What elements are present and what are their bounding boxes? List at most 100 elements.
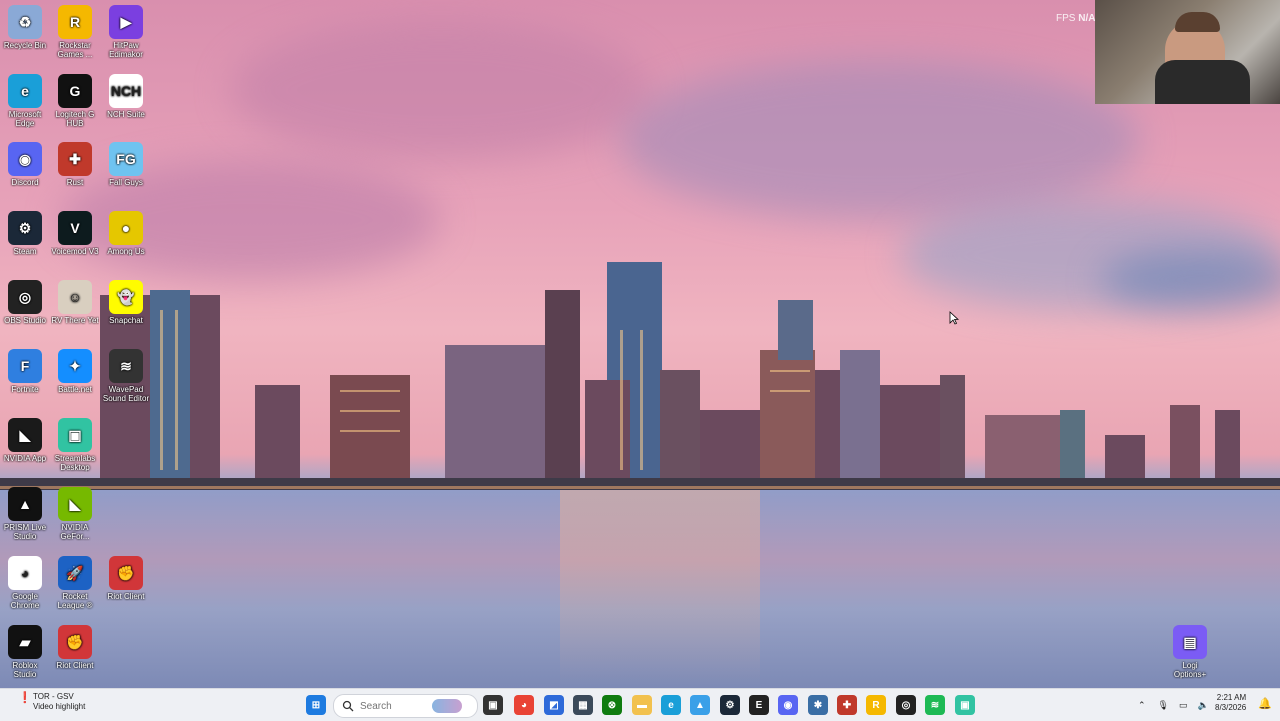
desktop-icon-fallguys[interactable]: FG Fall Guys (102, 142, 150, 187)
discord-icon[interactable]: ◉ (778, 695, 798, 715)
nch-icon: NCH (109, 74, 143, 108)
desktop-icon-label: Riot Client (56, 661, 94, 670)
fortnite-icon: F (8, 349, 42, 383)
edge-icon: e (8, 74, 42, 108)
mouse-cursor-icon (949, 311, 959, 325)
chrome-icon[interactable]: ◕ (514, 695, 534, 715)
desktop-icon-rockstar[interactable]: R Rockstar Games ... (51, 5, 99, 59)
fallguys-icon: FG (109, 142, 143, 176)
desktop-icon-label: Rockstar Games ... (57, 41, 93, 59)
epic-icon[interactable]: E (749, 695, 769, 715)
desktop-icon-label: Riot Client (107, 592, 145, 601)
desktop-icon-label: Voicemod V3 (51, 247, 99, 256)
desktop-icon-label: RV There Yet (51, 316, 99, 325)
desktop-icon-fortnite[interactable]: F Fortnite (1, 349, 49, 394)
desktop-icon-voicemod[interactable]: V Voicemod V3 (51, 211, 99, 256)
desktop-icon-roblox[interactable]: ▰ Roblox Studio (1, 625, 49, 679)
steam-icon: ⚙ (8, 211, 42, 245)
desktop-icon-label: PRISM Live Studio (3, 523, 47, 541)
snapchat-icon: 👻 (109, 280, 143, 314)
desktop-icon-obs[interactable]: ◎ OBS Studio (1, 280, 49, 325)
desktop-icon-label: Recycle Bin (3, 41, 47, 50)
roblox-icon: ▰ (8, 625, 42, 659)
microphone-icon[interactable]: 🎙 (1158, 700, 1169, 711)
gear-icon[interactable]: ✱ (808, 695, 828, 715)
desktop-icon-steam[interactable]: ⚙ Steam (1, 211, 49, 256)
desktop-icon-rv[interactable]: ☺ RV There Yet (51, 280, 99, 325)
edge-icon[interactable]: e (661, 695, 681, 715)
desktop-icon-amongus[interactable]: ● Among Us (102, 211, 150, 256)
taskbar-notification[interactable]: ❗ TOR - GSV Video highlight (18, 692, 85, 712)
desktop-icon-edge[interactable]: e Microsoft Edge (1, 74, 49, 128)
desktop-icon-rocketleague[interactable]: 🚀 Rocket League ® (51, 556, 99, 610)
desktop-icon-label: Microsoft Edge (8, 110, 42, 128)
desktop-icon-streamlabs[interactable]: ▣ Streamlabs Desktop (51, 418, 99, 472)
rust-icon[interactable]: ✚ (837, 695, 857, 715)
desktop-icon-nch[interactable]: NCH NCH Suite (102, 74, 150, 119)
notification-bell-icon[interactable]: 🔔 (1258, 697, 1272, 710)
fps-label: FPS (1056, 13, 1076, 24)
desktop-icon-logitech[interactable]: G Logitech G HUB (51, 74, 99, 128)
desktop-icon-prism[interactable]: ▲ PRISM Live Studio (1, 487, 49, 541)
logi-options-icon: ▤ (1173, 625, 1207, 659)
desktop-icon-geforce[interactable]: ◣ NVIDIA GeFor... (51, 487, 99, 541)
desktop-icon-snapchat[interactable]: 👻 Snapchat (102, 280, 150, 325)
discord-icon: ◉ (8, 142, 42, 176)
search-input[interactable] (358, 699, 432, 713)
rockstar-icon[interactable]: R (866, 695, 886, 715)
desktop-icon-riot[interactable]: ✊ Riot Client (102, 556, 150, 601)
desktop-icon-riot[interactable]: ✊ Riot Client (51, 625, 99, 670)
desktop-icon-discord[interactable]: ◉ Discord (1, 142, 49, 187)
desktop-icon-label: Discord (11, 178, 39, 187)
notification-title: TOR - GSV (33, 692, 74, 701)
desktop-icon-wavepad[interactable]: ≋ WavePad Sound Editor (102, 349, 150, 403)
streamer-hair (1175, 12, 1220, 32)
task-view-icon[interactable]: ▣ (483, 695, 503, 715)
calculator-icon[interactable]: ▦ (573, 695, 593, 715)
desktop-icon-label: Google Chrome (10, 592, 40, 610)
recycle-bin-icon: ♻ (8, 5, 42, 39)
photos-icon[interactable]: ▲ (690, 695, 710, 715)
desktop-icon-chrome[interactable]: ◕ Google Chrome (1, 556, 49, 610)
desktop-icon-battlenet[interactable]: ✦ Battle.net (51, 349, 99, 394)
streamlabs-icon: ▣ (58, 418, 92, 452)
clock-date: 8/3/2026 (1215, 703, 1247, 712)
desktop-icon-nvidia[interactable]: ◣ NVIDIA App (1, 418, 49, 463)
folder-icon[interactable]: ▬ (632, 695, 652, 715)
xbox-icon[interactable]: ⊗ (602, 695, 622, 715)
app-icon[interactable]: ◩ (544, 695, 564, 715)
network-icon[interactable]: ▭ (1179, 700, 1188, 711)
webcam-overlay (1095, 0, 1280, 104)
desktop-icon-label: NCH Suite (107, 110, 145, 119)
notification-subtitle: Video highlight (33, 702, 86, 711)
desktop-icon-label: Rust (66, 178, 84, 187)
obs-icon[interactable]: ◎ (896, 695, 916, 715)
chevron-up-icon[interactable]: ⌃ (1138, 700, 1146, 711)
spotify-icon[interactable]: ≋ (925, 695, 945, 715)
desktop-icon-hitpaw[interactable]: ▶ HitPaw Edimakor (102, 5, 150, 59)
rust-icon: ✚ (58, 142, 92, 176)
desktop-icon-label: Streamlabs Desktop (54, 454, 96, 472)
desktop-icon-label: Fortnite (11, 385, 39, 394)
desktop-icon-recycle-bin[interactable]: ♻ Recycle Bin (1, 5, 49, 50)
volume-icon[interactable]: 🔈 (1198, 700, 1209, 711)
chrome-icon: ◕ (8, 556, 42, 590)
desktop-icon-label: Among Us (107, 247, 145, 256)
windows-icon[interactable]: ⊞ (306, 695, 326, 715)
streamlabs-icon[interactable]: ▣ (955, 695, 975, 715)
amongus-icon: ● (109, 211, 143, 245)
system-clock[interactable]: 2:21 AM 8/3/2026 (1215, 693, 1246, 713)
taskbar-search-box[interactable] (333, 694, 478, 718)
desktop-icon-logi-options[interactable]: ▤ Logi Options+ (1166, 625, 1214, 679)
desktop-icon-label: Battle.net (58, 385, 92, 394)
rockstar-icon: R (58, 5, 92, 39)
riot-icon: ✊ (109, 556, 143, 590)
search-highlight-icon (432, 699, 462, 713)
obs-icon: ◎ (8, 280, 42, 314)
desktop-icon-label: Logitech G HUB (55, 110, 95, 128)
desktop-icon-label: Roblox Studio (12, 661, 38, 679)
desktop-icon-label: Logi Options+ (1173, 661, 1207, 679)
desktop-icon-rust[interactable]: ✚ Rust (51, 142, 99, 187)
steam-icon[interactable]: ⚙ (720, 695, 740, 715)
rocketleague-icon: 🚀 (58, 556, 92, 590)
